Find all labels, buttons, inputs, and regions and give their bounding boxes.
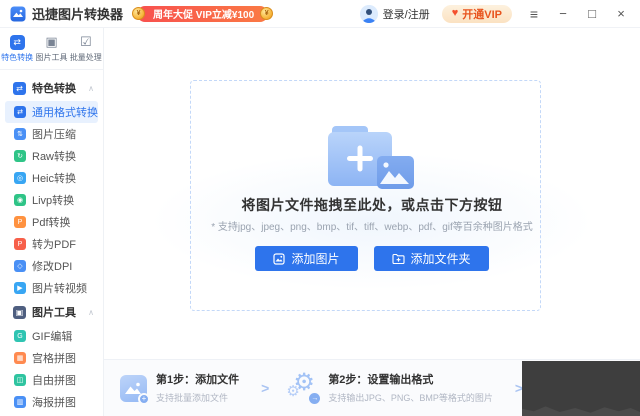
maximize-icon[interactable]: □ [585,7,599,20]
sidebar-item-grid-collage[interactable]: ▦ 宫格拼图 [0,347,103,369]
featured-convert-icon: ⇄ [9,34,25,50]
coin-icon: ¥ [132,6,146,20]
login-register-link[interactable]: 登录/注册 [383,6,430,22]
sidebar-item-image-to-video[interactable]: ▶ 图片转视频 [0,277,103,299]
step-2: ⚙ ⚙ → 第2步：设置输出格式 支持输出JPG、PNG、BMP等格式的图片 [286,369,493,406]
menu-icon[interactable]: ≡ [527,7,541,21]
sidebar-item-label: Heic转换 [32,173,77,185]
batch-process-icon: ☑ [79,34,92,49]
vip-button[interactable]: ♥ 开通VIP [441,4,512,23]
grid-collage-icon: ▦ [14,352,26,364]
livp-convert-icon: ◉ [14,194,26,206]
coin-icon: ¥ [260,6,274,20]
sidebar-item-label: 海报拼图 [32,397,76,409]
pdf-convert-icon: P [14,216,26,228]
sidebar-item-poster-collage[interactable]: ▥ 海报拼图 [0,391,103,413]
tab-featured-convert[interactable]: ⇄ 特色转换 [0,28,34,69]
minimize-icon[interactable]: − [556,7,570,20]
featured-section-icon: ⇄ [13,81,26,95]
sidebar-item-label: Pdf转换 [32,217,71,229]
free-collage-icon: ◫ [14,374,26,386]
sidebar-item-image-compress[interactable]: ⇅ 图片压缩 [0,123,103,145]
tools-items: G GIF编辑 ▦ 宫格拼图 ◫ 自由拼图 ▥ 海报拼图 [0,325,103,413]
step-title: 第2步：设置输出格式 [328,374,434,386]
add-image-step-icon: + [120,374,150,405]
close-icon[interactable]: × [614,7,628,20]
collapse-icon[interactable]: ∧ [88,84,94,93]
sidebar-item-label: 宫格拼图 [32,353,76,365]
sidebar-item-to-pdf[interactable]: P 转为PDF [0,233,103,255]
titlebar: 迅捷图片转换器 ¥ 周年大促 VIP立减¥100 ¥ 登录/注册 ♥ 开通VIP… [0,0,640,28]
step-subtitle: 支持批量添加文件 [156,393,229,403]
supported-formats-note: * 支持jpg、jpeg、png、bmp、tif、tiff、webp、pdf、g… [211,222,533,233]
step-1: + 第1步：添加文件 支持批量添加文件 [120,370,239,406]
sidebar: ⇄ 特色转换 ▣ 图片工具 ☑ 批量处理 ⇄ 特色转换 ∧ ⇄ 通用格式转换 ⇅ 图片… [0,28,104,416]
tab-batch-process[interactable]: ☑ 批量处理 [69,28,103,69]
step-title: 第1步：添加文件 [156,374,240,386]
sidebar-item-modify-dpi[interactable]: ◇ 修改DPI [0,255,103,277]
sidebar-item-universal-format-convert[interactable]: ⇄ 通用格式转换 [5,101,98,123]
sidebar-item-label: 转为PDF [32,239,76,251]
section-header-featured[interactable]: ⇄ 特色转换 ∧ [0,75,103,101]
image-compress-icon: ⇅ [14,128,26,140]
sidebar-menu: ⇄ 特色转换 ∧ ⇄ 通用格式转换 ⇅ 图片压缩 ↻ Raw转换 ◎ Heic转换 ◉ Livp转… [0,70,103,416]
sidebar-item-label: 自由拼图 [32,375,76,387]
sidebar-item-heic-convert[interactable]: ◎ Heic转换 [0,167,103,189]
step-subtitle: 支持输出JPG、PNG、BMP等格式的图片 [328,393,493,403]
universal-format-convert-icon: ⇄ [14,106,26,118]
vip-badge-icon: ♥ [451,7,459,19]
main-area: 将图片文件拖拽至此处，或点击下方按钮 * 支持jpg、jpeg、png、bmp、… [104,28,640,416]
modify-dpi-icon: ◇ [14,260,26,272]
folder-plus-icon [391,253,405,264]
image-to-video-icon: ▶ [14,282,26,294]
section-header-tools[interactable]: ▣ 图片工具 ∧ [0,299,103,325]
sidebar-item-label: Raw转换 [32,151,77,163]
watermark-blob [522,361,640,416]
app-title: 迅捷图片转换器 [32,7,124,22]
add-folder-button[interactable]: 添加文件夹 [373,246,489,271]
gif-edit-icon: G [14,330,26,342]
to-pdf-icon: P [14,238,26,250]
vip-label: 开通VIP [462,8,502,21]
sidebar-item-pdf-convert[interactable]: P Pdf转换 [0,211,103,233]
sidebar-item-free-collage[interactable]: ◫ 自由拼图 [0,369,103,391]
arrow-badge-icon: → [309,393,321,404]
avatar[interactable] [359,4,378,23]
sidebar-item-label: 修改DPI [32,261,73,273]
add-image-button[interactable]: 添加图片 [255,246,358,271]
dropzone-heading: 将图片文件拖拽至此处，或点击下方按钮 [241,197,503,213]
raw-convert-icon: ↻ [14,150,26,162]
promo-banner[interactable]: ¥ 周年大促 VIP立减¥100 ¥ [132,5,274,22]
image-icon [273,252,286,265]
image-tools-icon: ▣ [45,34,58,49]
dropzone-buttons: 添加图片 添加文件夹 [104,246,640,271]
collapse-icon[interactable]: ∧ [88,308,94,317]
chevron-right-icon: > [261,380,270,396]
heic-convert-icon: ◎ [14,172,26,184]
sidebar-item-livp-convert[interactable]: ◉ Livp转换 [0,189,103,211]
sidebar-item-label: 图片转视频 [32,283,87,295]
plus-badge-icon: + [138,392,150,405]
settings-gears-icon: ⚙ ⚙ → [286,369,321,404]
featured-items: ⇄ 通用格式转换 ⇅ 图片压缩 ↻ Raw转换 ◎ Heic转换 ◉ Livp转换 P Pdf转换 P 转… [0,101,103,299]
tab-image-tools[interactable]: ▣ 图片工具 [34,28,68,69]
sidebar-item-gif-edit[interactable]: G GIF编辑 [0,325,103,347]
poster-collage-icon: ▥ [14,396,26,408]
sidebar-item-label: GIF编辑 [32,331,73,343]
app-logo-icon [10,6,26,21]
app-window: 迅捷图片转换器 ¥ 周年大促 VIP立减¥100 ¥ 登录/注册 ♥ 开通VIP… [0,0,640,416]
promo-text: 周年大促 VIP立减¥100 [153,10,255,21]
sidebar-item-label: 通用格式转换 [32,107,98,119]
sidebar-item-label: 图片压缩 [32,129,76,141]
sidebar-tabs: ⇄ 特色转换 ▣ 图片工具 ☑ 批量处理 [0,28,103,70]
tools-section-icon: ▣ [13,305,26,319]
folder-illustration-icon [328,126,414,189]
sidebar-item-label: Livp转换 [32,195,75,207]
sidebar-item-raw-convert[interactable]: ↻ Raw转换 [0,145,103,167]
